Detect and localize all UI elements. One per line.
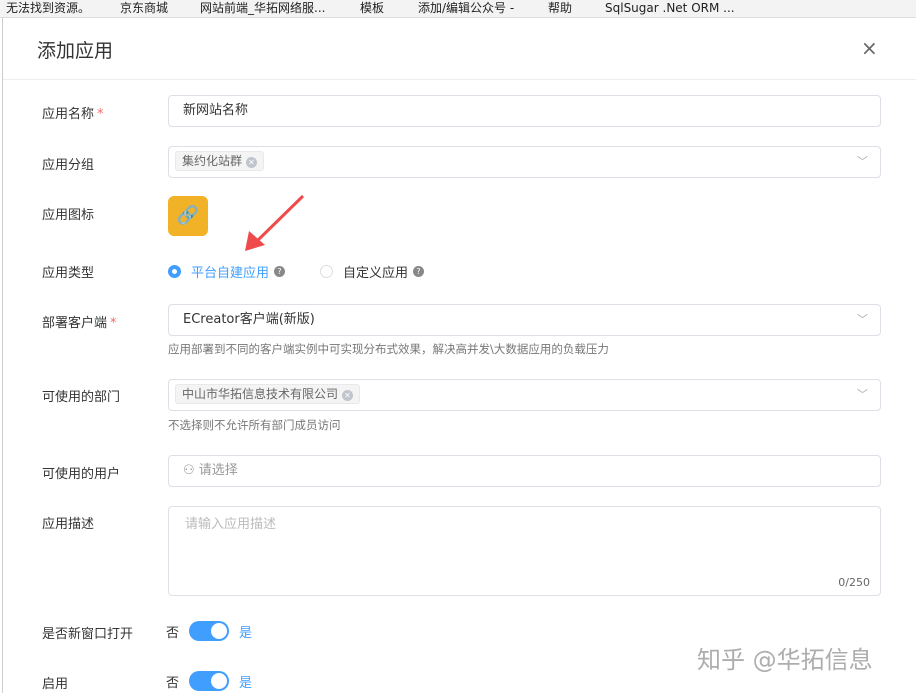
group-select[interactable]: 集约化站群 ✕ ﹀	[168, 146, 881, 178]
chevron-down-icon: ﹀	[857, 388, 868, 401]
help-icon[interactable]: ?	[413, 266, 425, 277]
radio-unchecked-icon	[320, 265, 333, 278]
link-icon[interactable]: 🔗	[168, 196, 208, 236]
client-select[interactable]: ECreator客户端(新版) ﹀	[168, 304, 881, 336]
newwin-label: 是否新窗口打开	[42, 627, 134, 642]
type-label: 应用类型	[42, 266, 95, 281]
close-icon[interactable]: ×	[861, 36, 878, 60]
depts-select[interactable]: 中山市华拓信息技术有限公司 ✕ ﹀	[168, 379, 881, 411]
bookmark[interactable]: 无法找到资源。	[6, 1, 90, 16]
group-label: 应用分组	[42, 158, 95, 173]
app-name-input[interactable]: 新网站名称	[168, 95, 881, 127]
add-app-dialog: 添加应用 × 应用名称 * 新网站名称 应用分组 集约化站群 ✕ ﹀ 应用图标 🔗 应…	[2, 8, 916, 693]
icon-label: 应用图标	[42, 208, 95, 223]
client-label: 部署客户端 *	[42, 316, 117, 331]
help-icon[interactable]: ?	[274, 266, 286, 277]
enable-label: 启用	[42, 677, 69, 692]
depts-label: 可使用的部门	[42, 390, 121, 405]
watermark: 知乎 @华拓信息	[697, 646, 873, 674]
bookmark[interactable]: 添加/编辑公众号 -	[418, 1, 514, 16]
radio-checked-icon	[168, 265, 181, 278]
user-icon: ⚇	[183, 463, 199, 478]
tag-close-icon[interactable]: ✕	[342, 390, 354, 401]
dept-tag: 中山市华拓信息技术有限公司 ✕	[175, 384, 361, 404]
group-tag: 集约化站群 ✕	[175, 151, 265, 171]
bookmark[interactable]: 京东商城	[120, 1, 168, 16]
bookmarks-bar: 无法找到资源。 京东商城 网站前端_华拓网络服... 模板 添加/编辑公众号 -…	[0, 0, 916, 18]
red-arrow-annotation	[245, 194, 305, 251]
bookmark[interactable]: 网站前端_华拓网络服...	[200, 1, 325, 16]
chevron-down-icon: ﹀	[857, 313, 868, 326]
users-label: 可使用的用户	[42, 467, 121, 482]
char-count: 0/250	[838, 576, 870, 589]
bookmark[interactable]: SqlSugar .Net ORM ...	[605, 1, 735, 16]
chevron-down-icon: ﹀	[857, 155, 868, 168]
enable-switch-group: 否是	[166, 671, 252, 691]
radio-custom[interactable]: 自定义应用?	[320, 262, 425, 281]
users-select[interactable]: ⚇ 请选择	[168, 455, 881, 487]
depts-hint: 不选择则不允许所有部门成员访问	[168, 418, 341, 432]
bookmark[interactable]: 模板	[360, 1, 384, 16]
bookmark[interactable]: 帮助	[548, 1, 572, 16]
radio-platform[interactable]: 平台自建应用?	[168, 262, 286, 281]
enable-toggle[interactable]	[189, 671, 230, 691]
newwin-switch-group: 否是	[166, 621, 252, 641]
name-label: 应用名称 *	[42, 107, 104, 122]
desc-label: 应用描述	[42, 517, 95, 532]
description-textarea[interactable]: 请输入应用描述 0/250	[168, 506, 881, 596]
newwin-toggle[interactable]	[189, 621, 230, 641]
tag-close-icon[interactable]: ✕	[246, 157, 258, 168]
dialog-title: 添加应用	[37, 40, 114, 62]
client-hint: 应用部署到不同的客户端实例中可实现分布式效果，解决高并发\大数据应用的负载压力	[168, 342, 609, 356]
